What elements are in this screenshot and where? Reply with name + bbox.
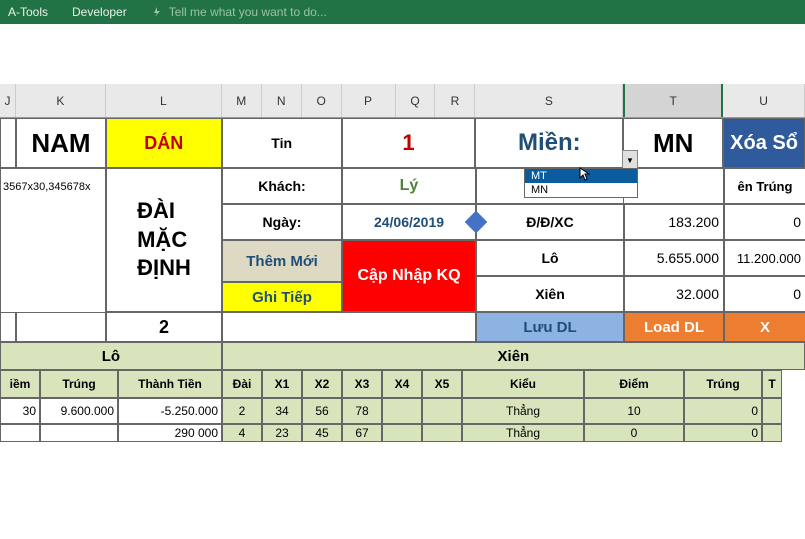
hdr-trung2: Trúng	[684, 370, 762, 398]
themmoi-button[interactable]: Thêm Mới	[222, 240, 342, 282]
cell[interactable]	[0, 276, 106, 312]
cell[interactable]	[624, 168, 724, 204]
mien-label: Miền:	[475, 118, 623, 168]
table-cell[interactable]: 2	[222, 398, 262, 424]
col-U[interactable]: U	[723, 84, 805, 117]
tellme-search[interactable]: Tell me what you want to do...	[151, 5, 327, 19]
table-cell[interactable]	[0, 424, 40, 442]
cell[interactable]	[0, 312, 16, 342]
table-cell[interactable]: 4	[222, 424, 262, 442]
entrung-cell: ên Trúng	[724, 168, 805, 204]
lo-section: Lô	[0, 342, 222, 370]
ddxc-label: Đ/Đ/XC	[476, 204, 624, 240]
table-cell[interactable]: 34	[262, 398, 302, 424]
col-R[interactable]: R	[435, 84, 475, 117]
x-button[interactable]: X	[724, 312, 805, 342]
val-0b[interactable]: 0	[724, 276, 805, 312]
cell[interactable]	[0, 240, 106, 276]
table-cell[interactable]	[762, 398, 782, 424]
table-cell[interactable]: 23	[262, 424, 302, 442]
dan-button[interactable]: DÁN	[106, 118, 222, 168]
table-cell[interactable]: 56	[302, 398, 342, 424]
col-L[interactable]: L	[106, 84, 222, 117]
col-N[interactable]: N	[262, 84, 302, 117]
date-cell[interactable]: 24/06/2019	[342, 204, 476, 240]
dai-mac-dinh[interactable]: ĐÀI MẶC ĐỊNH	[106, 168, 222, 312]
hdr-x4: X4	[382, 370, 422, 398]
hdr-x1: X1	[262, 370, 302, 398]
col-S[interactable]: S	[475, 84, 623, 117]
table-cell[interactable]: 45	[302, 424, 342, 442]
table-cell[interactable]: 0	[684, 398, 762, 424]
cell[interactable]	[0, 204, 106, 240]
hdr-t: T	[762, 370, 782, 398]
ribbon-atools[interactable]: A-Tools	[8, 5, 48, 19]
ghitiep-button[interactable]: Ghi Tiếp	[222, 282, 342, 312]
col-K[interactable]: K	[16, 84, 106, 117]
khach-label: Khách:	[222, 168, 342, 204]
load-button[interactable]: Load DL	[624, 312, 724, 342]
ngay-label: Ngày:	[222, 204, 342, 240]
cursor-icon	[578, 166, 594, 185]
two-cell[interactable]: 2	[106, 312, 222, 342]
hdr-thanhtien: Thành Tiền	[118, 370, 222, 398]
hdr-dai: Đài	[222, 370, 262, 398]
table-cell[interactable]: 30	[0, 398, 40, 424]
val-32000[interactable]: 32.000	[624, 276, 724, 312]
col-P[interactable]: P	[342, 84, 396, 117]
table-cell[interactable]: Thẳng	[462, 424, 584, 442]
table-cell[interactable]: 0	[584, 424, 684, 442]
table-cell[interactable]: 290 000	[118, 424, 222, 442]
table-cell[interactable]	[40, 424, 118, 442]
hdr-x2: X2	[302, 370, 342, 398]
table-cell[interactable]: Thẳng	[462, 398, 584, 424]
table-cell[interactable]: -5.250.000	[118, 398, 222, 424]
table-cell[interactable]	[422, 398, 462, 424]
table-cell[interactable]: 0	[684, 424, 762, 442]
table-cell[interactable]	[382, 424, 422, 442]
table-cell[interactable]: 78	[342, 398, 382, 424]
luu-button[interactable]: Lưu DL	[476, 312, 624, 342]
hdr-kieu: Kiểu	[462, 370, 584, 398]
mn-dropdown[interactable]: MN	[623, 118, 723, 168]
val-11200[interactable]: 11.200.000	[724, 240, 805, 276]
ribbon-developer[interactable]: Developer	[72, 5, 127, 19]
ly-cell[interactable]: Lý	[342, 168, 476, 204]
number-cell[interactable]: 1	[342, 118, 476, 168]
col-O[interactable]: O	[302, 84, 342, 117]
col-J[interactable]: J	[0, 84, 16, 117]
lightbulb-icon	[151, 6, 163, 18]
hdr-x5: X5	[422, 370, 462, 398]
dropdown-item-mn[interactable]: MN	[525, 183, 637, 197]
table-cell[interactable]: 9.600.000	[40, 398, 118, 424]
capnhap-button[interactable]: Cập Nhập KQ	[342, 240, 476, 312]
table-cell[interactable]	[762, 424, 782, 442]
hdr-x3: X3	[342, 370, 382, 398]
col-M[interactable]: M	[222, 84, 262, 117]
hdr-trung: Trúng	[40, 370, 118, 398]
code-cell[interactable]: 3567x30,345678x	[0, 168, 106, 204]
cell[interactable]	[0, 118, 16, 168]
xien-section: Xiên	[222, 342, 805, 370]
tin-cell[interactable]: Tin	[222, 118, 342, 168]
table-cell[interactable]	[422, 424, 462, 442]
col-Q[interactable]: Q	[396, 84, 436, 117]
lo-label: Lô	[476, 240, 624, 276]
xoa-button[interactable]: Xóa Sổ	[723, 118, 805, 168]
val-5655[interactable]: 5.655.000	[624, 240, 724, 276]
column-headers[interactable]: J K L M N O P Q R S T U	[0, 84, 805, 118]
table-cell[interactable]: 10	[584, 398, 684, 424]
table-cell[interactable]	[382, 398, 422, 424]
hdr-diem: Điểm	[584, 370, 684, 398]
val-0a[interactable]: 0	[724, 204, 805, 240]
cell[interactable]	[16, 312, 106, 342]
nam-cell[interactable]: NAM	[16, 118, 106, 168]
hdr-iem: iềm	[0, 370, 40, 398]
dropdown-arrow-icon[interactable]: ▼	[622, 150, 638, 170]
table-cell[interactable]: 67	[342, 424, 382, 442]
xien-label: Xiên	[476, 276, 624, 312]
val-183200[interactable]: 183.200	[624, 204, 724, 240]
cell[interactable]	[222, 312, 476, 342]
col-T[interactable]: T	[623, 84, 723, 117]
